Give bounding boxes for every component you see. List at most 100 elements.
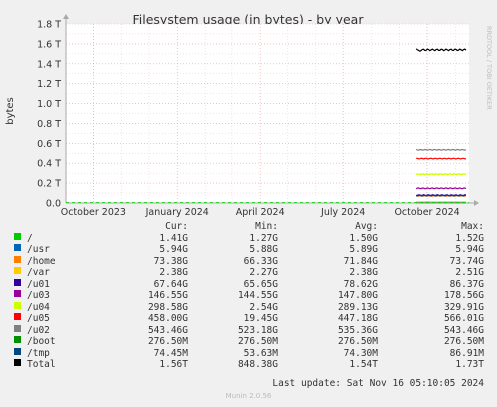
legend-cur: 276.50M xyxy=(147,336,188,347)
y-tick-label: 0.6 T xyxy=(37,139,61,150)
y-tick-label: 1.4 T xyxy=(37,59,61,70)
legend-swatch xyxy=(14,301,21,309)
legend-name: /u05 xyxy=(27,313,50,324)
legend-avg: 74.30M xyxy=(343,347,378,359)
legend-swatch xyxy=(14,359,21,366)
legend-swatch xyxy=(14,232,21,240)
legend-swatch xyxy=(14,347,21,355)
legend-max: 73.74G xyxy=(449,255,484,267)
legend-name: /boot xyxy=(27,336,56,347)
legend-max: 86.37G xyxy=(449,278,484,290)
legend-row: /tmp 74.45M 53.63M 74.30M 86.91M xyxy=(0,347,497,360)
legend-min: 848.38G xyxy=(237,359,278,370)
legend-avg: 1.54T xyxy=(349,359,378,370)
legend-name: /usr xyxy=(27,244,50,255)
legend-min: 144.55G xyxy=(237,290,278,301)
legend-cur: 67.64G xyxy=(153,278,188,290)
legend-min: 2.54G xyxy=(249,301,278,313)
legend-name: /u03 xyxy=(27,290,50,301)
legend-max: 1.52G xyxy=(455,232,484,244)
legend-swatch xyxy=(14,278,21,286)
legend-header-max: Max: xyxy=(461,221,484,232)
legend-row: /u01 67.64G 65.65G 78.62G 86.37G xyxy=(0,278,497,291)
y-tick-label: 1.8 T xyxy=(37,20,61,31)
legend-min: 66.33G xyxy=(243,255,278,267)
legend-cur: 5.94G xyxy=(159,244,188,255)
legend-name: /tmp xyxy=(27,347,50,359)
y-axis-label: bytes xyxy=(5,97,16,125)
legend-name: /u01 xyxy=(27,278,50,290)
legend-swatch xyxy=(14,313,21,320)
legend-max: 543.46G xyxy=(443,324,484,336)
legend-name: /home xyxy=(27,255,56,267)
legend-min: 523.18G xyxy=(237,324,278,336)
legend: Cur: Min: Avg: Max: / 1.41G 1.27G 1.50G 1.52… xyxy=(0,221,497,371)
legend-swatch xyxy=(14,267,21,274)
legend-row: / 1.41G 1.27G 1.50G 1.52G xyxy=(0,232,497,245)
legend-header-min: Min: xyxy=(255,221,278,232)
legend-row: /u05 458.00G 19.45G 447.18G 566.01G xyxy=(0,313,497,325)
y-tick-label: 1.6 T xyxy=(37,39,61,50)
legend-row: /var 2.38G 2.27G 2.38G 2.51G xyxy=(0,267,497,279)
y-tick-label: 0.2 T xyxy=(37,179,61,190)
legend-rows: / 1.41G 1.27G 1.50G 1.52G/usr 5.94G 5.88G 5.89G… xyxy=(0,232,497,371)
x-axis-arrow xyxy=(474,200,479,206)
legend-avg: 78.62G xyxy=(343,278,378,290)
x-tick-label: October 2023 xyxy=(61,207,126,218)
legend-min: 19.45G xyxy=(243,313,278,324)
legend-min: 5.88G xyxy=(249,244,278,255)
legend-avg: 447.18G xyxy=(337,313,378,324)
legend-row: /boot 276.50M 276.50M 276.50M 276.50M xyxy=(0,336,497,348)
last-update: Last update: Sat Nov 16 05:10:05 2024 xyxy=(272,378,484,389)
legend-header-cur: Cur: xyxy=(165,221,188,232)
legend-min: 65.65G xyxy=(243,278,278,290)
legend-avg: 535.36G xyxy=(337,324,378,336)
y-tick-label: 0.4 T xyxy=(37,159,61,170)
y-tick-label: 1.0 T xyxy=(37,99,61,110)
legend-min: 1.27G xyxy=(249,232,278,244)
legend-name: / xyxy=(27,232,33,244)
legend-avg: 71.84G xyxy=(343,255,378,267)
legend-avg: 276.50M xyxy=(337,336,378,347)
legend-name: /u02 xyxy=(27,324,50,336)
legend-cur: 298.58G xyxy=(147,301,188,313)
legend-cur: 146.55G xyxy=(147,290,188,301)
legend-swatch xyxy=(14,324,21,332)
munin-version: Munin 2.0.56 xyxy=(225,392,272,400)
series-line xyxy=(415,148,467,151)
plot-area: 0.0 0.2 T 0.4 T 0.6 T 0.8 T 1.0 T 1.2 T 1.4 T 1.… xyxy=(37,14,479,218)
legend-name: /u04 xyxy=(27,301,50,313)
legend-swatch xyxy=(14,255,21,263)
legend-row: /u02 543.46G 523.18G 535.36G 543.46G xyxy=(0,324,497,337)
legend-row: /home 73.38G 66.33G 71.84G 73.74G xyxy=(0,255,497,268)
x-tick-label: January 2024 xyxy=(145,207,209,218)
legend-name: Total xyxy=(27,359,56,370)
legend-avg: 1.50G xyxy=(349,232,378,244)
legend-avg: 289.13G xyxy=(337,301,378,313)
legend-cur: 74.45M xyxy=(153,347,188,359)
legend-min: 53.63M xyxy=(243,347,278,359)
legend-row: /u03 146.55G 144.55G 147.80G 178.56G xyxy=(0,290,497,302)
legend-row: /u04 298.58G 2.54G 289.13G 329.91G xyxy=(0,301,497,314)
x-tick-label: October 2024 xyxy=(394,207,459,218)
legend-max: 86.91M xyxy=(449,347,484,359)
x-tick-label: April 2024 xyxy=(236,207,285,218)
legend-avg: 5.89G xyxy=(349,244,378,255)
legend-avg: 147.80G xyxy=(337,290,378,301)
legend-header: Cur: Min: Avg: Max: xyxy=(0,221,497,233)
legend-swatch xyxy=(14,290,21,297)
legend-header-avg: Avg: xyxy=(355,221,378,232)
legend-swatch xyxy=(14,336,21,343)
legend-max: 2.51G xyxy=(455,267,484,278)
y-tick-label: 1.2 T xyxy=(37,79,61,90)
y-axis-arrow xyxy=(63,14,69,19)
legend-min: 2.27G xyxy=(249,267,278,278)
legend-cur: 458.00G xyxy=(147,313,188,324)
x-tick-label: July 2024 xyxy=(320,207,365,218)
legend-max: 178.56G xyxy=(443,290,484,301)
y-tick-label: 0.0 xyxy=(46,199,61,210)
legend-row: /usr 5.94G 5.88G 5.89G 5.94G xyxy=(0,244,497,256)
legend-cur: 543.46G xyxy=(147,324,188,336)
legend-row: Total 1.56T 848.38G 1.54T 1.73T xyxy=(0,359,497,371)
legend-min: 276.50M xyxy=(237,336,278,347)
